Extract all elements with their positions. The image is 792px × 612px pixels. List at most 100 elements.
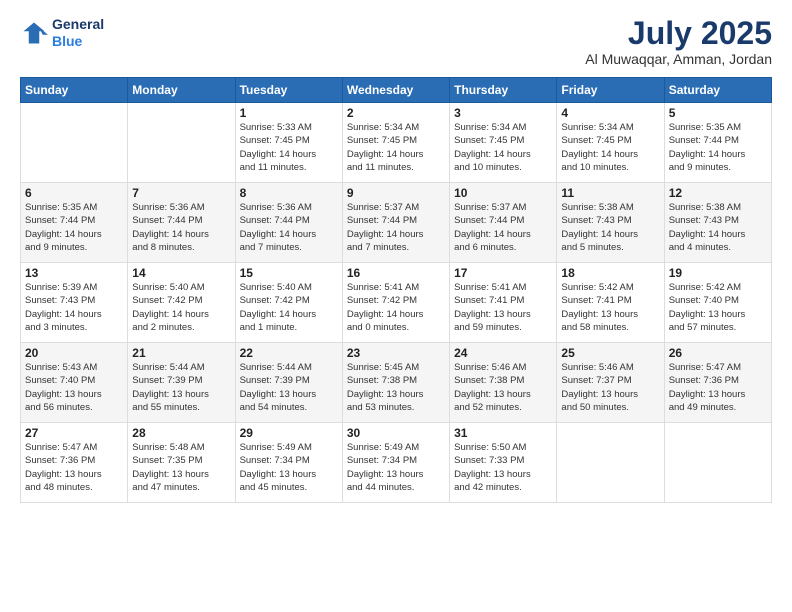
calendar-cell: 8Sunrise: 5:36 AM Sunset: 7:44 PM Daylig… bbox=[235, 183, 342, 263]
calendar-cell: 18Sunrise: 5:42 AM Sunset: 7:41 PM Dayli… bbox=[557, 263, 664, 343]
day-number: 30 bbox=[347, 426, 445, 440]
calendar-cell: 12Sunrise: 5:38 AM Sunset: 7:43 PM Dayli… bbox=[664, 183, 771, 263]
calendar-cell: 28Sunrise: 5:48 AM Sunset: 7:35 PM Dayli… bbox=[128, 423, 235, 503]
day-header-sunday: Sunday bbox=[21, 78, 128, 103]
calendar-cell: 23Sunrise: 5:45 AM Sunset: 7:38 PM Dayli… bbox=[342, 343, 449, 423]
day-info: Sunrise: 5:42 AM Sunset: 7:40 PM Dayligh… bbox=[669, 281, 767, 334]
day-info: Sunrise: 5:38 AM Sunset: 7:43 PM Dayligh… bbox=[561, 201, 659, 254]
day-info: Sunrise: 5:41 AM Sunset: 7:42 PM Dayligh… bbox=[347, 281, 445, 334]
calendar-cell bbox=[21, 103, 128, 183]
calendar-cell: 3Sunrise: 5:34 AM Sunset: 7:45 PM Daylig… bbox=[450, 103, 557, 183]
day-header-tuesday: Tuesday bbox=[235, 78, 342, 103]
day-number: 11 bbox=[561, 186, 659, 200]
day-info: Sunrise: 5:34 AM Sunset: 7:45 PM Dayligh… bbox=[454, 121, 552, 174]
calendar-cell bbox=[557, 423, 664, 503]
calendar-cell: 5Sunrise: 5:35 AM Sunset: 7:44 PM Daylig… bbox=[664, 103, 771, 183]
day-number: 9 bbox=[347, 186, 445, 200]
day-header-friday: Friday bbox=[557, 78, 664, 103]
day-header-thursday: Thursday bbox=[450, 78, 557, 103]
day-number: 28 bbox=[132, 426, 230, 440]
logo-icon bbox=[20, 19, 48, 47]
day-info: Sunrise: 5:36 AM Sunset: 7:44 PM Dayligh… bbox=[240, 201, 338, 254]
logo-text: General Blue bbox=[52, 16, 104, 50]
day-info: Sunrise: 5:46 AM Sunset: 7:38 PM Dayligh… bbox=[454, 361, 552, 414]
location: Al Muwaqqar, Amman, Jordan bbox=[585, 51, 772, 67]
day-info: Sunrise: 5:46 AM Sunset: 7:37 PM Dayligh… bbox=[561, 361, 659, 414]
calendar-cell: 10Sunrise: 5:37 AM Sunset: 7:44 PM Dayli… bbox=[450, 183, 557, 263]
day-info: Sunrise: 5:45 AM Sunset: 7:38 PM Dayligh… bbox=[347, 361, 445, 414]
day-info: Sunrise: 5:34 AM Sunset: 7:45 PM Dayligh… bbox=[347, 121, 445, 174]
calendar-cell: 24Sunrise: 5:46 AM Sunset: 7:38 PM Dayli… bbox=[450, 343, 557, 423]
calendar-week-3: 13Sunrise: 5:39 AM Sunset: 7:43 PM Dayli… bbox=[21, 263, 772, 343]
calendar-cell: 9Sunrise: 5:37 AM Sunset: 7:44 PM Daylig… bbox=[342, 183, 449, 263]
day-number: 22 bbox=[240, 346, 338, 360]
day-number: 6 bbox=[25, 186, 123, 200]
calendar-table: SundayMondayTuesdayWednesdayThursdayFrid… bbox=[20, 77, 772, 503]
day-info: Sunrise: 5:35 AM Sunset: 7:44 PM Dayligh… bbox=[25, 201, 123, 254]
day-info: Sunrise: 5:44 AM Sunset: 7:39 PM Dayligh… bbox=[132, 361, 230, 414]
day-info: Sunrise: 5:34 AM Sunset: 7:45 PM Dayligh… bbox=[561, 121, 659, 174]
day-number: 14 bbox=[132, 266, 230, 280]
day-number: 4 bbox=[561, 106, 659, 120]
day-info: Sunrise: 5:49 AM Sunset: 7:34 PM Dayligh… bbox=[347, 441, 445, 494]
calendar-cell: 26Sunrise: 5:47 AM Sunset: 7:36 PM Dayli… bbox=[664, 343, 771, 423]
calendar-week-4: 20Sunrise: 5:43 AM Sunset: 7:40 PM Dayli… bbox=[21, 343, 772, 423]
calendar-cell: 15Sunrise: 5:40 AM Sunset: 7:42 PM Dayli… bbox=[235, 263, 342, 343]
day-number: 25 bbox=[561, 346, 659, 360]
day-number: 15 bbox=[240, 266, 338, 280]
day-info: Sunrise: 5:33 AM Sunset: 7:45 PM Dayligh… bbox=[240, 121, 338, 174]
day-info: Sunrise: 5:37 AM Sunset: 7:44 PM Dayligh… bbox=[347, 201, 445, 254]
day-number: 20 bbox=[25, 346, 123, 360]
day-number: 23 bbox=[347, 346, 445, 360]
calendar-cell: 31Sunrise: 5:50 AM Sunset: 7:33 PM Dayli… bbox=[450, 423, 557, 503]
day-number: 8 bbox=[240, 186, 338, 200]
day-number: 2 bbox=[347, 106, 445, 120]
day-number: 16 bbox=[347, 266, 445, 280]
day-info: Sunrise: 5:37 AM Sunset: 7:44 PM Dayligh… bbox=[454, 201, 552, 254]
day-number: 27 bbox=[25, 426, 123, 440]
page-header: General Blue July 2025 Al Muwaqqar, Amma… bbox=[20, 16, 772, 67]
day-number: 17 bbox=[454, 266, 552, 280]
day-number: 21 bbox=[132, 346, 230, 360]
day-number: 18 bbox=[561, 266, 659, 280]
calendar-cell: 14Sunrise: 5:40 AM Sunset: 7:42 PM Dayli… bbox=[128, 263, 235, 343]
calendar-cell: 30Sunrise: 5:49 AM Sunset: 7:34 PM Dayli… bbox=[342, 423, 449, 503]
day-info: Sunrise: 5:49 AM Sunset: 7:34 PM Dayligh… bbox=[240, 441, 338, 494]
day-info: Sunrise: 5:50 AM Sunset: 7:33 PM Dayligh… bbox=[454, 441, 552, 494]
day-number: 7 bbox=[132, 186, 230, 200]
day-info: Sunrise: 5:47 AM Sunset: 7:36 PM Dayligh… bbox=[25, 441, 123, 494]
day-header-saturday: Saturday bbox=[664, 78, 771, 103]
day-info: Sunrise: 5:40 AM Sunset: 7:42 PM Dayligh… bbox=[240, 281, 338, 334]
day-info: Sunrise: 5:44 AM Sunset: 7:39 PM Dayligh… bbox=[240, 361, 338, 414]
day-header-wednesday: Wednesday bbox=[342, 78, 449, 103]
calendar-cell bbox=[128, 103, 235, 183]
title-block: July 2025 Al Muwaqqar, Amman, Jordan bbox=[585, 16, 772, 67]
day-number: 1 bbox=[240, 106, 338, 120]
day-info: Sunrise: 5:39 AM Sunset: 7:43 PM Dayligh… bbox=[25, 281, 123, 334]
day-info: Sunrise: 5:41 AM Sunset: 7:41 PM Dayligh… bbox=[454, 281, 552, 334]
calendar-cell: 13Sunrise: 5:39 AM Sunset: 7:43 PM Dayli… bbox=[21, 263, 128, 343]
calendar-cell: 4Sunrise: 5:34 AM Sunset: 7:45 PM Daylig… bbox=[557, 103, 664, 183]
day-number: 24 bbox=[454, 346, 552, 360]
calendar-cell: 1Sunrise: 5:33 AM Sunset: 7:45 PM Daylig… bbox=[235, 103, 342, 183]
calendar-week-2: 6Sunrise: 5:35 AM Sunset: 7:44 PM Daylig… bbox=[21, 183, 772, 263]
day-info: Sunrise: 5:47 AM Sunset: 7:36 PM Dayligh… bbox=[669, 361, 767, 414]
calendar-cell: 22Sunrise: 5:44 AM Sunset: 7:39 PM Dayli… bbox=[235, 343, 342, 423]
day-number: 31 bbox=[454, 426, 552, 440]
calendar-cell: 19Sunrise: 5:42 AM Sunset: 7:40 PM Dayli… bbox=[664, 263, 771, 343]
calendar-cell: 6Sunrise: 5:35 AM Sunset: 7:44 PM Daylig… bbox=[21, 183, 128, 263]
logo: General Blue bbox=[20, 16, 104, 50]
calendar-cell: 21Sunrise: 5:44 AM Sunset: 7:39 PM Dayli… bbox=[128, 343, 235, 423]
day-info: Sunrise: 5:36 AM Sunset: 7:44 PM Dayligh… bbox=[132, 201, 230, 254]
calendar-cell: 17Sunrise: 5:41 AM Sunset: 7:41 PM Dayli… bbox=[450, 263, 557, 343]
day-info: Sunrise: 5:42 AM Sunset: 7:41 PM Dayligh… bbox=[561, 281, 659, 334]
calendar-cell: 29Sunrise: 5:49 AM Sunset: 7:34 PM Dayli… bbox=[235, 423, 342, 503]
day-number: 5 bbox=[669, 106, 767, 120]
day-info: Sunrise: 5:48 AM Sunset: 7:35 PM Dayligh… bbox=[132, 441, 230, 494]
day-info: Sunrise: 5:43 AM Sunset: 7:40 PM Dayligh… bbox=[25, 361, 123, 414]
calendar-cell: 27Sunrise: 5:47 AM Sunset: 7:36 PM Dayli… bbox=[21, 423, 128, 503]
day-info: Sunrise: 5:35 AM Sunset: 7:44 PM Dayligh… bbox=[669, 121, 767, 174]
calendar-cell: 11Sunrise: 5:38 AM Sunset: 7:43 PM Dayli… bbox=[557, 183, 664, 263]
calendar-cell: 7Sunrise: 5:36 AM Sunset: 7:44 PM Daylig… bbox=[128, 183, 235, 263]
day-header-monday: Monday bbox=[128, 78, 235, 103]
